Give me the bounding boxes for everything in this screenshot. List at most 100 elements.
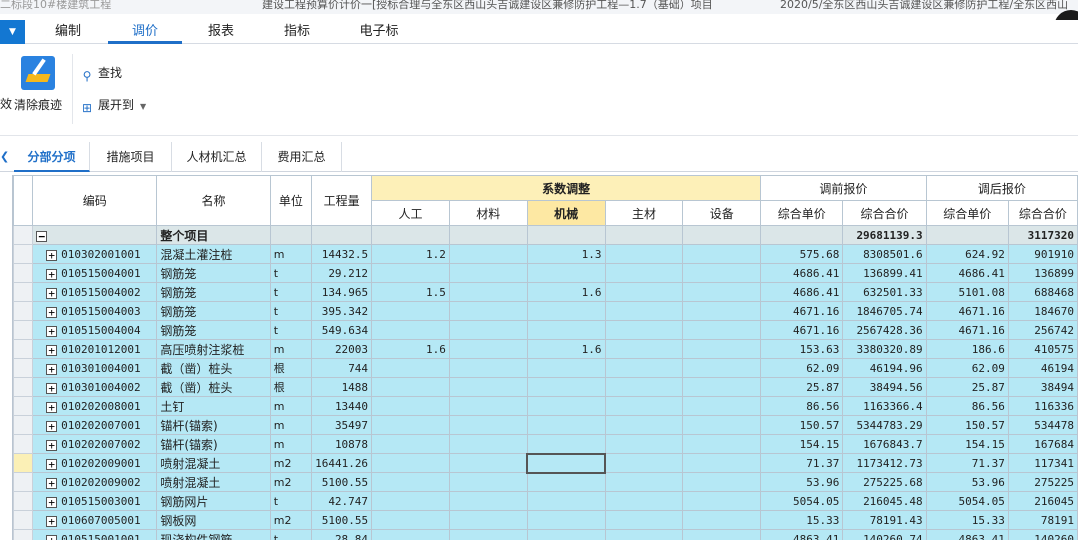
table-row[interactable]: +010202009002 喷射混凝土 m2 5100.55 53.96 275225.6… — [13, 472, 1078, 492]
collapse-icon[interactable]: − — [36, 231, 48, 242]
row-header[interactable] — [13, 415, 34, 435]
table-row[interactable]: +010301004002 截（凿）桩头根 1488 25.87 38494.56 25.… — [13, 377, 1078, 397]
coef-material[interactable] — [448, 377, 528, 397]
coef-labor[interactable] — [371, 415, 450, 435]
coef-machine[interactable]: 1.6 — [526, 282, 606, 302]
table-row[interactable]: +010515004003 钢筋笼 t 395.342 4671.16 1846705.7… — [13, 301, 1078, 321]
row-header[interactable] — [13, 396, 34, 416]
coef-main-material[interactable] — [604, 377, 684, 397]
table-row[interactable]: +010515004004 钢筋笼 t 549.634 4671.16 2567428.3… — [13, 320, 1078, 340]
coef-material[interactable] — [448, 510, 528, 530]
coef-material[interactable] — [448, 301, 528, 321]
coef-material[interactable] — [448, 434, 528, 454]
coef-main-material[interactable] — [604, 358, 684, 378]
row-header[interactable] — [13, 510, 34, 530]
coef-labor[interactable]: 1.5 — [371, 282, 450, 302]
coef-labor[interactable]: 1.2 — [371, 244, 450, 264]
coef-labor[interactable] — [371, 320, 450, 340]
row-header[interactable] — [13, 225, 34, 245]
coef-equipment[interactable] — [682, 358, 762, 378]
expand-icon[interactable]: + — [46, 534, 58, 540]
coef-material[interactable] — [448, 415, 528, 435]
col-header-material[interactable]: 材料 — [448, 200, 528, 226]
coef-material[interactable] — [448, 396, 528, 416]
row-header[interactable] — [13, 434, 34, 454]
expand-icon[interactable]: + — [46, 249, 58, 261]
table-row[interactable]: +010607005001 钢板网 m2 5100.55 15.33 78191.43 15… — [13, 510, 1078, 530]
coef-machine[interactable] — [526, 472, 606, 492]
coef-main-material[interactable] — [604, 396, 684, 416]
coef-labor[interactable] — [371, 263, 450, 283]
coef-main-material[interactable] — [604, 415, 684, 435]
coef-material[interactable] — [448, 320, 528, 340]
find-button[interactable]: ⚲ 查找 — [80, 64, 122, 83]
coef-material[interactable] — [448, 244, 528, 264]
coef-main-material[interactable] — [604, 301, 684, 321]
coef-labor[interactable] — [371, 434, 450, 454]
tab-divisional-items[interactable]: 分部分项 — [14, 142, 90, 172]
coef-machine[interactable] — [526, 415, 606, 435]
coef-labor[interactable] — [371, 510, 450, 530]
coef-labor[interactable]: 1.6 — [371, 339, 450, 359]
coef-equipment[interactable] — [682, 453, 762, 473]
ribbon-tab-report[interactable]: 报表 — [186, 20, 256, 44]
coef-machine[interactable] — [526, 358, 606, 378]
coef-equipment[interactable] — [682, 491, 762, 511]
ribbon-tab-edit[interactable]: 编制 — [32, 20, 104, 44]
coef-machine[interactable]: 1.6 — [526, 339, 606, 359]
expand-icon[interactable]: + — [46, 496, 58, 508]
coef-material[interactable] — [448, 282, 528, 302]
coef-labor[interactable] — [371, 472, 450, 492]
table-row[interactable]: +010202007002 锚杆(锚索) m 10878 154.15 1676843.7… — [13, 434, 1078, 454]
ribbon-tab-ebid[interactable]: 电子标 — [342, 20, 416, 44]
ribbon-tab-adjust[interactable]: 调价 — [108, 20, 182, 44]
row-header[interactable] — [13, 301, 34, 321]
tab-labor-material-summary[interactable]: 人材机汇总 — [172, 142, 262, 172]
coef-material[interactable] — [448, 339, 528, 359]
expand-icon[interactable]: + — [46, 458, 58, 470]
expand-icon[interactable]: + — [46, 401, 58, 413]
col-header-main-material[interactable]: 主材 — [604, 200, 684, 226]
coef-equipment[interactable] — [682, 244, 762, 264]
coef-labor[interactable] — [371, 491, 450, 511]
coef-material[interactable] — [448, 358, 528, 378]
coef-main-material[interactable] — [604, 529, 684, 540]
coef-labor[interactable] — [371, 377, 450, 397]
coef-machine[interactable] — [526, 320, 606, 340]
expand-icon[interactable]: + — [46, 439, 58, 451]
coef-material[interactable] — [448, 263, 528, 283]
expand-icon[interactable]: + — [46, 268, 58, 280]
tab-measures[interactable]: 措施项目 — [90, 142, 172, 172]
col-header-after-total-price[interactable]: 综合合价 — [1007, 200, 1078, 226]
col-header-before-total-price[interactable]: 综合合价 — [842, 200, 927, 226]
coef-main-material[interactable] — [604, 263, 684, 283]
coef-machine[interactable] — [526, 452, 607, 474]
coef-equipment[interactable] — [682, 339, 762, 359]
coef-equipment[interactable] — [682, 396, 762, 416]
coef-main-material[interactable] — [604, 320, 684, 340]
coef-material[interactable] — [448, 453, 528, 473]
coef-machine[interactable] — [526, 529, 606, 540]
col-header-labor[interactable]: 人工 — [371, 200, 450, 226]
coef-equipment[interactable] — [682, 320, 762, 340]
coef-main-material[interactable] — [604, 282, 684, 302]
expand-icon[interactable]: + — [46, 306, 58, 318]
coef-equipment[interactable] — [682, 301, 762, 321]
table-row[interactable]: +010515004001 钢筋笼 t 29.212 4686.41 136899.41 4… — [13, 263, 1078, 283]
row-header[interactable] — [13, 453, 34, 473]
coef-machine[interactable]: 1.3 — [526, 244, 606, 264]
row-header[interactable] — [13, 491, 34, 511]
total-toggle-cell[interactable]: − — [32, 225, 158, 245]
col-header-qty[interactable]: 工程量 — [311, 175, 373, 226]
coef-main-material[interactable] — [604, 434, 684, 454]
row-header[interactable] — [13, 263, 34, 283]
coef-equipment[interactable] — [682, 510, 762, 530]
table-row[interactable]: +010515003001 钢筋网片 t 42.747 5054.05 216045.48… — [13, 491, 1078, 511]
row-header[interactable] — [13, 339, 34, 359]
expand-icon[interactable]: + — [46, 363, 58, 375]
expand-icon[interactable]: + — [46, 477, 58, 489]
row-header[interactable] — [13, 282, 34, 302]
coef-labor[interactable] — [371, 396, 450, 416]
coef-material[interactable] — [448, 529, 528, 540]
row-header[interactable] — [13, 377, 34, 397]
